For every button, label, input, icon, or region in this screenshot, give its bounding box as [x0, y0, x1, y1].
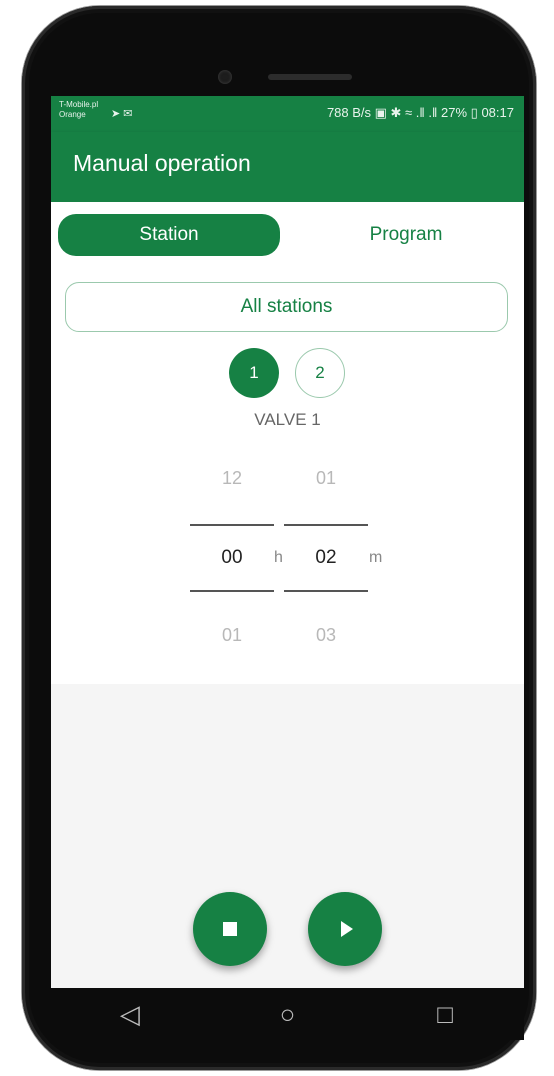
tab-station[interactable]: Station: [58, 214, 280, 256]
mode-tabs: Station Program: [51, 202, 524, 262]
minutes-divider-top: [284, 524, 368, 526]
tab-program[interactable]: Program: [295, 214, 517, 256]
station-2-button[interactable]: 2: [295, 348, 345, 398]
carrier-info: T-Mobile.pl Orange: [59, 100, 98, 120]
earpiece-speaker: [268, 74, 352, 80]
hours-prev[interactable]: 12: [190, 468, 274, 489]
clock: 08:17: [481, 105, 514, 120]
front-camera: [218, 70, 232, 84]
hours-value[interactable]: 00: [190, 547, 274, 569]
stop-button[interactable]: [193, 892, 267, 966]
network-speed: 788 B/s: [326, 105, 372, 120]
minutes-prev[interactable]: 01: [284, 468, 368, 489]
signal-icons: ▣ ✱ ≈ .‖ .‖: [374, 105, 438, 120]
hours-divider-bottom: [190, 590, 274, 592]
station-panel: All stations 1 2 VALVE 1 12 00 01 h 01 0…: [51, 262, 524, 684]
hours-unit: h: [274, 549, 283, 566]
stop-icon: [223, 922, 237, 936]
station-1-button[interactable]: 1: [229, 348, 279, 398]
app-bar: Manual operation: [51, 132, 524, 202]
screen: T-Mobile.pl Orange ➤ ✉ 788 B/s ▣ ✱ ≈ .‖ …: [51, 96, 524, 988]
page-title: Manual operation: [73, 150, 251, 176]
play-button[interactable]: [308, 892, 382, 966]
recents-icon[interactable]: □: [415, 999, 475, 1030]
back-icon[interactable]: ◁: [100, 999, 160, 1030]
carrier-name-1: T-Mobile.pl: [59, 100, 99, 109]
play-icon: [341, 921, 353, 937]
hours-divider-top: [190, 524, 274, 526]
battery-icon: ▯: [470, 105, 478, 120]
all-stations-button[interactable]: All stations: [65, 282, 508, 332]
status-right: 788 B/s ▣ ✱ ≈ .‖ .‖ 27% ▯ 08:17: [327, 105, 514, 121]
home-icon[interactable]: ○: [257, 999, 317, 1030]
valve-name: VALVE 1: [254, 410, 321, 429]
battery-percent: 27%: [441, 105, 468, 120]
minutes-divider-bottom: [284, 590, 368, 592]
hours-next[interactable]: 01: [190, 625, 274, 646]
android-nav-bar: ◁ ○ □: [51, 988, 524, 1040]
minutes-unit: m: [369, 549, 383, 566]
minutes-value[interactable]: 02: [284, 547, 368, 569]
status-bar: T-Mobile.pl Orange ➤ ✉ 788 B/s ▣ ✱ ≈ .‖ …: [51, 96, 524, 132]
carrier-name-2: Orange: [59, 110, 86, 119]
minutes-next[interactable]: 03: [284, 625, 368, 646]
notification-icons: ➤ ✉: [111, 108, 133, 120]
